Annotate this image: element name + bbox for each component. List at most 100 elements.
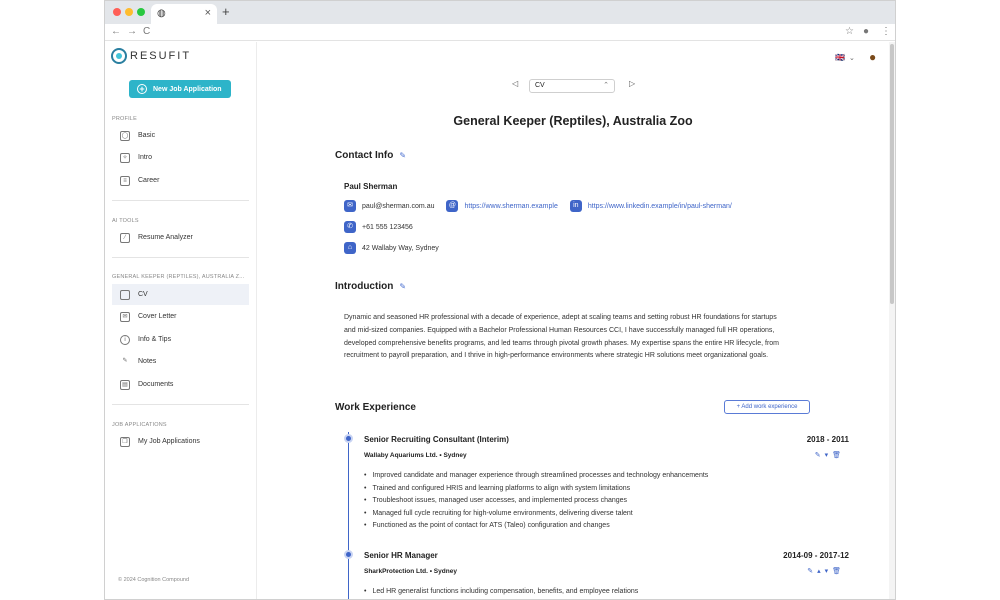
contact-heading-label: Contact Info [335,150,394,161]
select-caret-icon: ⌃ [603,82,609,89]
website-icon: @ [446,200,459,212]
resufit-logo[interactable]: RESUFIT [111,48,191,64]
list-icon: ≡ [120,175,130,186]
sidebar-item-documents[interactable]: ▤ Documents [112,374,249,395]
tab-bar: ◍ × + [105,1,895,24]
list-item: Trained and configured HRIS and learning… [364,483,804,496]
document-select[interactable]: CV ⌃ [529,79,615,93]
work-experience-heading: Work Experience [335,402,416,413]
contact-phone: +61 555 123456 [362,223,413,231]
job-title: Senior HR Manager [364,551,438,560]
next-document-icon[interactable]: ▷ [629,79,635,88]
section-label-ai-tools: AI TOOLS [112,218,139,224]
profile-icon[interactable]: ● [863,26,869,37]
delete-icon[interactable]: 🗑 [832,568,845,575]
menu-icon[interactable]: ⋮ [881,26,891,37]
sidebar-item-intro[interactable]: ✧ Intro [112,147,249,168]
list-item: Improved candidate and manager experienc… [364,470,804,483]
sidebar-item-label: Notes [138,358,157,365]
phone-icon: ✆ [344,221,356,233]
scrollbar-thumb[interactable] [890,44,894,304]
contact-row-phone: ✆ +61 555 123456 [344,221,413,233]
edit-introduction-icon[interactable]: ✎ [399,282,406,291]
sidebar-item-label: CV [138,291,148,298]
introduction-heading-label: Introduction [335,281,394,292]
language-caret-icon[interactable]: ⌄ [849,54,855,62]
job-bullets: Led HR generalist functions including co… [364,586,804,599]
introduction-heading: Introduction ✎ [335,281,406,292]
address-bar: ← → C ☆ ● ⋮ [105,24,895,41]
tab-close-icon[interactable]: × [205,7,211,19]
add-work-experience-button[interactable]: + Add work experience [724,400,810,414]
uk-flag-icon[interactable]: 🇬🇧 [835,53,845,62]
timeline-line [348,432,349,599]
avatar[interactable]: ● [869,50,876,64]
sidebar-item-label: Intro [138,154,153,161]
file-icon: ▤ [120,379,130,390]
sidebar-item-resume-analyzer[interactable]: ⁄ Resume Analyzer [112,227,249,248]
move-down-icon[interactable]: ▾ [825,568,833,575]
job-dates: 2014-09 - 2017-12 [783,551,849,560]
sparkle-icon: ✧ [120,152,130,163]
reload-icon[interactable]: C [143,26,150,37]
sidebar-item-my-job-applications[interactable]: ❐ My Job Applications [112,431,249,452]
page-title: General Keeper (Reptiles), Australia Zoo [453,114,693,128]
sidebar-item-career[interactable]: ≡ Career [112,170,249,191]
contact-email: paul@sherman.com.au [362,202,435,210]
sidebar-item-notes[interactable]: ✎ Notes [112,351,249,372]
contact-linkedin-link[interactable]: https://www.linkedin.example/in/paul-she… [588,203,732,210]
home-icon: ⌂ [344,242,356,254]
mail-icon: ✉ [120,311,130,322]
scrollbar[interactable] [889,42,895,599]
sidebar-item-info-tips[interactable]: i Info & Tips [112,329,249,350]
edit-contact-icon[interactable]: ✎ [399,151,406,160]
prev-document-icon[interactable]: ◁ [512,79,518,88]
star-icon[interactable]: ☆ [845,26,854,37]
timeline-dot [344,550,353,559]
sidebar-item-label: Resume Analyzer [138,234,193,241]
edit-icon[interactable]: ✎ [807,568,817,575]
sidebar-item-label: Cover Letter [138,313,177,320]
section-label-profile: PROFILE [112,116,137,122]
contact-row-links: ✉ paul@sherman.com.au @ https://www.sherma… [344,200,732,212]
sidebar-item-label: My Job Applications [138,438,200,445]
contact-name: Paul Sherman [344,182,398,191]
logo-mark-icon [111,48,127,64]
section-label-job-applications: JOB APPLICATIONS [112,422,167,428]
job-dates: 2018 - 2011 [806,435,849,444]
browser-tab[interactable]: ◍ × [151,4,217,24]
minimize-window-dot[interactable] [125,8,133,16]
sidebar-item-cover-letter[interactable]: ✉ Cover Letter [112,306,249,327]
list-item: Led HR generalist functions including co… [364,586,804,599]
list-item: Managed full cycle recruiting for high-v… [364,508,804,521]
sidebar-item-label: Documents [138,381,174,388]
sidebar-item-label: Info & Tips [138,336,172,343]
maximize-window-dot[interactable] [137,8,145,16]
new-job-application-button[interactable]: + New Job Application [129,80,231,98]
introduction-text: Dynamic and seasoned HR professional wit… [344,314,780,360]
job-bullets: Improved candidate and manager experienc… [364,470,804,533]
copy-icon: ❐ [120,436,130,447]
main-content: ◁ CV ⌃ ▷ 🇬🇧 ⌄ ● General Keeper (Reptiles)… [257,42,889,599]
section-label-job: GENERAL KEEPER (REPTILES), AUSTRALIA Z..… [112,274,245,280]
forward-icon[interactable]: → [127,26,137,37]
globe-icon: ◍ [157,8,166,19]
copyright: © 2024 Cognition Compound [118,577,190,583]
sidebar-item-label: Basic [138,132,156,139]
sidebar-item-basic[interactable]: ◯ Basic [112,125,249,146]
sidebar-item-cv[interactable]: CV [112,284,249,305]
wand-icon: ⁄ [120,232,130,243]
move-down-icon[interactable]: ▾ [825,452,833,459]
job-company: Wallaby Aquariums Ltd. • Sydney [364,452,467,459]
document-select-value: CV [535,82,545,89]
back-icon[interactable]: ← [111,26,121,37]
move-up-icon[interactable]: ▴ [817,568,825,575]
delete-icon[interactable]: 🗑 [832,452,845,459]
edit-icon[interactable]: ✎ [815,452,825,459]
new-tab-icon[interactable]: + [222,4,230,19]
info-icon: i [120,334,130,345]
contact-website-link[interactable]: https://www.sherman.example [464,203,557,210]
divider [112,200,249,201]
close-window-dot[interactable] [113,8,121,16]
screen: ◍ × + ← → C ☆ ● ⋮ RESUFIT + New Job Appl… [0,0,1000,600]
